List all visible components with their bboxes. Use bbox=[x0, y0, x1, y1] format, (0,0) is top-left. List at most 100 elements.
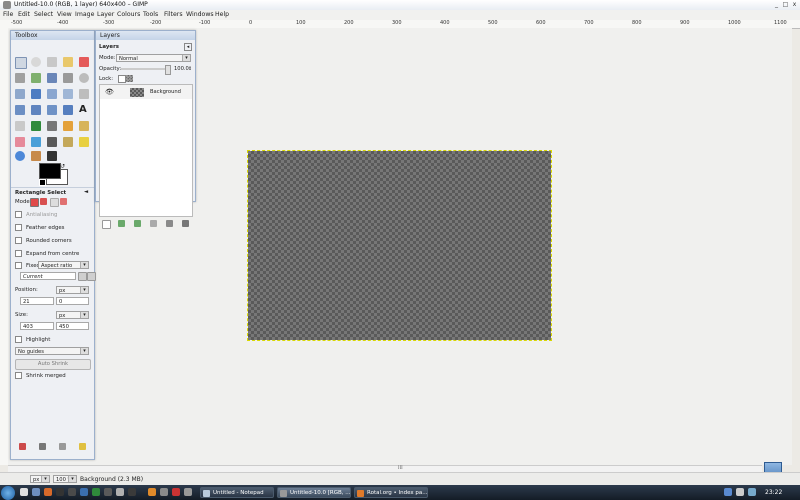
taskbar-button-gimp[interactable]: Untitled-10.0 [RGB, ... bbox=[277, 487, 351, 498]
menu-tools[interactable]: Tools bbox=[143, 11, 158, 18]
rounded-corners-row[interactable]: Rounded corners bbox=[15, 237, 72, 244]
fixed-checkbox[interactable] bbox=[15, 262, 22, 269]
media-icon[interactable] bbox=[68, 488, 76, 496]
scale-icon[interactable] bbox=[15, 105, 25, 115]
clone-icon[interactable] bbox=[63, 137, 73, 147]
layer-mode-select[interactable]: Normal ▾ bbox=[116, 54, 191, 62]
image-canvas[interactable] bbox=[247, 150, 552, 341]
mode-intersect-icon[interactable] bbox=[60, 198, 67, 205]
ink-icon[interactable] bbox=[47, 137, 57, 147]
scissors-select-icon[interactable] bbox=[15, 73, 25, 83]
taskbar-button-notepad[interactable]: Untitled - Notepad bbox=[200, 487, 274, 498]
zoom-select[interactable]: 100 % ▾ bbox=[53, 475, 77, 483]
flip-icon[interactable] bbox=[63, 105, 73, 115]
opacity-slider-track[interactable] bbox=[121, 68, 166, 70]
layers-dock-titlebar[interactable]: Layers bbox=[96, 31, 195, 40]
rect-select-icon[interactable] bbox=[15, 57, 27, 69]
size-height-field[interactable]: 450 bbox=[56, 322, 89, 330]
taskbar-button-firefox[interactable]: Rotal.org • Index pa... bbox=[354, 487, 428, 498]
menu-image[interactable]: Image bbox=[75, 11, 94, 18]
shear-icon[interactable] bbox=[31, 105, 41, 115]
antialiasing-row[interactable]: Antialiasing bbox=[15, 211, 57, 218]
close-button[interactable]: x bbox=[790, 1, 799, 9]
portrait-icon[interactable] bbox=[78, 272, 87, 281]
menu-edit[interactable]: Edit bbox=[18, 11, 30, 18]
eye-icon[interactable]: 👁 bbox=[105, 88, 114, 96]
smudge-icon[interactable] bbox=[31, 151, 41, 161]
clock[interactable]: 23:22 bbox=[765, 489, 782, 496]
explorer-icon[interactable] bbox=[104, 488, 112, 496]
menu-layer[interactable]: Layer bbox=[97, 11, 114, 18]
bucket-fill-icon[interactable] bbox=[31, 121, 41, 131]
swap-colors-icon[interactable]: ↺ bbox=[60, 163, 65, 170]
feather-edges-row[interactable]: Feather edges bbox=[15, 224, 65, 231]
shrink-merged-row[interactable]: Shrink merged bbox=[15, 372, 66, 379]
auto-shrink-button[interactable]: Auto Shrink bbox=[15, 359, 91, 370]
scrollbar-grip-icon[interactable]: ⁞⁞⁞ bbox=[398, 465, 403, 471]
quicklaunch-icon[interactable] bbox=[32, 488, 40, 496]
tray-battery-icon[interactable] bbox=[748, 488, 756, 496]
toolbox-titlebar[interactable]: Toolbox bbox=[11, 31, 94, 40]
opacity-slider-handle[interactable] bbox=[165, 65, 171, 75]
reset-options-icon[interactable] bbox=[79, 443, 86, 450]
antialiasing-checkbox[interactable] bbox=[15, 211, 22, 218]
shrink-merged-checkbox[interactable] bbox=[15, 372, 22, 379]
firefox-icon[interactable] bbox=[44, 488, 52, 496]
default-colors-icon[interactable] bbox=[39, 179, 46, 186]
landscape-icon[interactable] bbox=[87, 272, 96, 281]
fuzzy-select-icon[interactable] bbox=[63, 57, 73, 67]
mode-replace-icon[interactable] bbox=[30, 198, 39, 207]
app-icon[interactable] bbox=[160, 488, 168, 496]
panel-menu-icon[interactable]: ◂ bbox=[184, 43, 192, 51]
expand-from-centre-row[interactable]: Expand from centre bbox=[15, 250, 79, 257]
menu-select[interactable]: Select bbox=[34, 11, 53, 18]
airbrush-icon[interactable] bbox=[31, 137, 41, 147]
mode-add-icon[interactable] bbox=[40, 198, 47, 205]
color-picker-icon[interactable] bbox=[63, 73, 73, 83]
free-select-icon[interactable] bbox=[47, 57, 57, 67]
fixed-select[interactable]: Aspect ratio ▾ bbox=[38, 261, 89, 269]
mode-subtract-icon[interactable] bbox=[50, 198, 59, 207]
anchor-layer-icon[interactable] bbox=[166, 220, 173, 227]
text-tool-icon[interactable]: A bbox=[79, 105, 89, 115]
crop-icon[interactable] bbox=[63, 89, 73, 99]
duplicate-layer-icon[interactable] bbox=[150, 220, 157, 227]
zoom-icon[interactable] bbox=[79, 73, 89, 83]
raise-layer-icon[interactable] bbox=[118, 220, 125, 227]
feather-edges-checkbox[interactable] bbox=[15, 224, 22, 231]
position-x-field[interactable]: 21 bbox=[20, 297, 54, 305]
unit-select[interactable]: px ▾ bbox=[30, 475, 50, 483]
paths-icon[interactable] bbox=[47, 73, 57, 83]
app-icon[interactable] bbox=[148, 488, 156, 496]
size-width-field[interactable]: 403 bbox=[20, 322, 54, 330]
menu-colours[interactable]: Colours bbox=[117, 11, 140, 18]
delete-options-icon[interactable] bbox=[59, 443, 66, 450]
menu-help[interactable]: Help bbox=[215, 11, 229, 18]
measure-icon[interactable] bbox=[15, 89, 25, 99]
perspective-icon[interactable] bbox=[47, 105, 57, 115]
menu-file[interactable]: File bbox=[3, 11, 13, 18]
cage-transform-icon[interactable] bbox=[15, 121, 25, 131]
minimize-button[interactable]: _ bbox=[772, 1, 781, 9]
tool-options-menu-icon[interactable]: ◄ bbox=[84, 189, 88, 195]
lock-alpha-icon[interactable] bbox=[126, 75, 133, 82]
fixed-row[interactable]: Fixed bbox=[15, 262, 40, 269]
lock-pixels-checkbox[interactable] bbox=[118, 75, 126, 83]
start-button[interactable] bbox=[1, 486, 15, 500]
opacity-spin-icon[interactable]: ⇕ bbox=[188, 66, 192, 72]
maximize-button[interactable]: □ bbox=[781, 1, 790, 9]
aspect-current-field[interactable]: Current bbox=[20, 272, 76, 280]
blend-icon[interactable] bbox=[47, 121, 57, 131]
tray-network-icon[interactable] bbox=[724, 488, 732, 496]
rounded-corners-checkbox[interactable] bbox=[15, 237, 22, 244]
paintbrush-icon[interactable] bbox=[79, 121, 89, 131]
position-unit-select[interactable]: px ▾ bbox=[56, 286, 89, 294]
highlight-row[interactable]: Highlight bbox=[15, 336, 50, 343]
restore-options-icon[interactable] bbox=[39, 443, 46, 450]
delete-layer-icon[interactable] bbox=[182, 220, 189, 227]
position-y-field[interactable]: 0 bbox=[56, 297, 89, 305]
app-icon[interactable] bbox=[116, 488, 124, 496]
app-icon[interactable] bbox=[128, 488, 136, 496]
app-icon[interactable] bbox=[184, 488, 192, 496]
highlight-checkbox[interactable] bbox=[15, 336, 22, 343]
